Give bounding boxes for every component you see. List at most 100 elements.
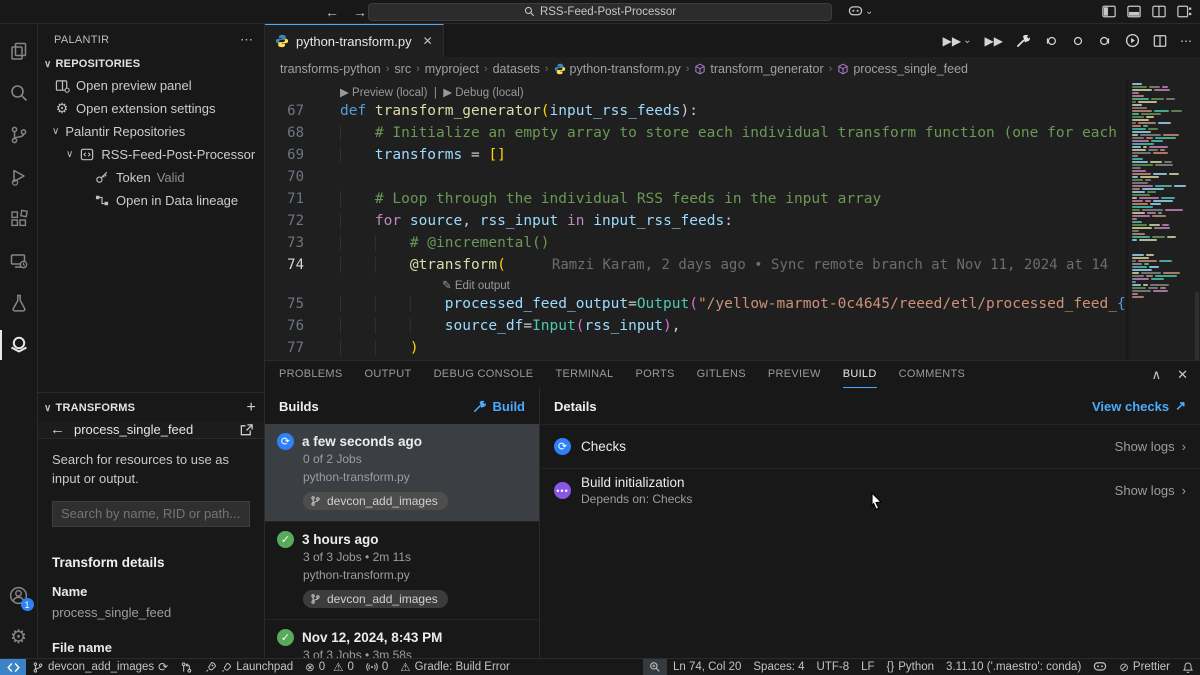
customize-layout-icon[interactable] (1177, 5, 1192, 18)
tree-item-open-data-lineage[interactable]: Open in Data lineage (38, 189, 264, 212)
notifications-bell-icon[interactable] (1176, 659, 1200, 675)
code-line[interactable]: 73 # @incremental() (265, 232, 1126, 254)
breadcrumb-item[interactable]: python-transform.py (554, 62, 681, 76)
codelens[interactable]: ▶ Preview (local) | ▶ Debug (local) (265, 83, 1126, 100)
indentation[interactable]: Spaces: 4 (747, 659, 810, 675)
accounts-icon[interactable]: 1 (0, 574, 38, 616)
show-logs-link[interactable]: Show logs› (1115, 439, 1186, 454)
tree-item-token[interactable]: Token Valid (38, 166, 264, 189)
remote-explorer-icon[interactable] (0, 240, 38, 282)
panel-tab-terminal[interactable]: TERMINAL (555, 361, 613, 388)
cursor-position[interactable]: Ln 74, Col 20 (667, 659, 747, 675)
editor-scrollbar[interactable] (1194, 80, 1200, 360)
launchpad-status[interactable]: Launchpad (199, 659, 299, 675)
build-button[interactable]: Build (473, 399, 526, 414)
code-line[interactable]: 70 (265, 166, 1126, 188)
breadcrumb-item[interactable]: process_single_feed (837, 62, 968, 76)
build-step-row[interactable]: ⟳ChecksShow logs› (540, 424, 1200, 468)
show-logs-link[interactable]: Show logs› (1115, 483, 1186, 498)
command-center-search[interactable]: RSS-Feed-Post-Processor (368, 3, 832, 21)
code-line[interactable]: 72 for source, rss_input in input_rss_fe… (265, 210, 1126, 232)
extensions-icon[interactable] (0, 198, 38, 240)
run-all-icon[interactable]: ▶▶ (985, 34, 1003, 48)
run-circle-icon[interactable] (1125, 33, 1140, 48)
problems-status[interactable]: ⊗0 ⚠0 (299, 659, 360, 675)
run-debug-icon[interactable] (0, 156, 38, 198)
palantir-extension-icon[interactable] (0, 324, 38, 366)
source-control-icon[interactable] (0, 114, 38, 156)
close-tab-icon[interactable]: ✕ (423, 34, 433, 48)
code-line[interactable]: 77 ) (265, 337, 1126, 359)
zoom-indicator[interactable] (643, 659, 667, 675)
add-transform-icon[interactable]: + (246, 399, 256, 417)
build-list-item[interactable]: ⟳a few seconds ago0 of 2 Jobspython-tran… (265, 424, 539, 522)
tree-item-palantir-repositories[interactable]: ∨ Palantir Repositories (38, 120, 264, 143)
code-line[interactable]: 76 source_df=Input(rss_input), (265, 315, 1126, 337)
code-line[interactable]: 69 transforms = [] (265, 144, 1126, 166)
breadcrumb-item[interactable]: datasets (493, 62, 540, 76)
split-editor-icon[interactable] (1153, 34, 1167, 48)
collapse-panel-icon[interactable]: ∧ (1152, 367, 1162, 383)
build-list-item[interactable]: ✓Nov 12, 2024, 8:43 PM3 of 3 Jobs • 3m 5… (265, 620, 539, 658)
tree-item-open-extension-settings[interactable]: ⚙ Open extension settings (38, 97, 264, 120)
code-editor[interactable]: ▶ Preview (local) | ▶ Debug (local)67def… (265, 80, 1200, 360)
toggle-sidebar-icon[interactable] (1102, 5, 1116, 18)
python-interpreter[interactable]: 3.11.10 ('.maestro': conda) (940, 659, 1087, 675)
build-hammer-icon[interactable] (1016, 33, 1031, 48)
explorer-icon[interactable] (0, 30, 38, 72)
tree-item-open-preview-panel[interactable]: Open preview panel (38, 74, 264, 97)
panel-tab-gitlens[interactable]: GITLENS (697, 361, 746, 388)
panel-tab-output[interactable]: OUTPUT (365, 361, 412, 388)
transforms-section-header[interactable]: ∨ TRANSFORMS + (38, 393, 264, 421)
panel-tab-problems[interactable]: PROBLEMS (279, 361, 343, 388)
history-forward-icon[interactable]: → (353, 4, 367, 20)
code-line[interactable]: 68 # Initialize an empty array to store … (265, 122, 1126, 144)
run-all-dropdown-icon[interactable]: ▶▶⌄ (943, 34, 972, 48)
panel-tab-build[interactable]: BUILD (843, 361, 877, 388)
breadcrumb-item[interactable]: src (394, 62, 411, 76)
build-step-row[interactable]: •••Build initializationDepends on: Check… (540, 468, 1200, 512)
panel-tab-debug-console[interactable]: DEBUG CONSOLE (434, 361, 534, 388)
copilot-menu[interactable]: ⌄ (848, 5, 873, 18)
step-back-icon[interactable] (1044, 34, 1058, 48)
panel-tab-preview[interactable]: PREVIEW (768, 361, 821, 388)
view-checks-link[interactable]: View checks ↗ (1092, 398, 1186, 414)
code-line[interactable]: 67def transform_generator(input_rss_feed… (265, 100, 1126, 122)
close-panel-icon[interactable]: ✕ (1177, 367, 1188, 383)
prettier-status[interactable]: ⊘Prettier (1113, 659, 1176, 675)
breadcrumb-item[interactable]: transform_generator (694, 62, 823, 76)
step-out-icon[interactable] (1098, 34, 1112, 48)
toggle-panel-icon[interactable] (1127, 5, 1141, 18)
eol-selector[interactable]: LF (855, 659, 880, 675)
tree-item-repository[interactable]: ∨ RSS-Feed-Post-Processor (38, 143, 264, 166)
more-actions-icon[interactable]: ⋯ (240, 32, 254, 48)
gradle-status[interactable]: ⚠ Gradle: Build Error (394, 659, 516, 675)
search-icon[interactable] (0, 72, 38, 114)
settings-gear-icon[interactable]: ⚙ (0, 616, 38, 658)
minimap[interactable] (1126, 80, 1194, 360)
panel-tab-comments[interactable]: COMMENTS (899, 361, 966, 388)
code-line[interactable]: 71 # Loop through the individual RSS fee… (265, 188, 1126, 210)
open-in-editor-icon[interactable] (239, 423, 254, 437)
more-actions-icon[interactable]: ⋯ (1180, 34, 1192, 48)
ports-status[interactable]: 0 (360, 659, 394, 675)
history-back-icon[interactable]: ← (325, 4, 339, 20)
encoding[interactable]: UTF-8 (811, 659, 856, 675)
back-arrow-icon[interactable]: ← (50, 421, 65, 438)
repositories-section-header[interactable]: ∨ REPOSITORIES (38, 56, 264, 74)
git-branch-status[interactable]: devcon_add_images ⟳ (26, 659, 174, 675)
codelens[interactable]: ✎ Edit output (265, 276, 1126, 293)
code-line[interactable]: 74 @transform(Ramzi Karam, 2 days ago • … (265, 254, 1126, 276)
build-list-item[interactable]: ✓3 hours ago3 of 3 Jobs • 2m 11spython-t… (265, 522, 539, 620)
remote-indicator[interactable] (0, 659, 26, 675)
panel-tab-ports[interactable]: PORTS (635, 361, 674, 388)
copilot-status[interactable] (1087, 659, 1113, 675)
git-actions[interactable] (174, 659, 199, 675)
resource-search-input[interactable] (52, 501, 250, 527)
code-line[interactable]: 75 processed_feed_output=Output("/yellow… (265, 293, 1126, 315)
testing-icon[interactable] (0, 282, 38, 324)
breadcrumb-item[interactable]: transforms-python (280, 62, 381, 76)
step-over-icon[interactable] (1071, 34, 1085, 48)
breadcrumb-item[interactable]: myproject (425, 62, 479, 76)
split-editor-layout-icon[interactable] (1152, 5, 1166, 18)
